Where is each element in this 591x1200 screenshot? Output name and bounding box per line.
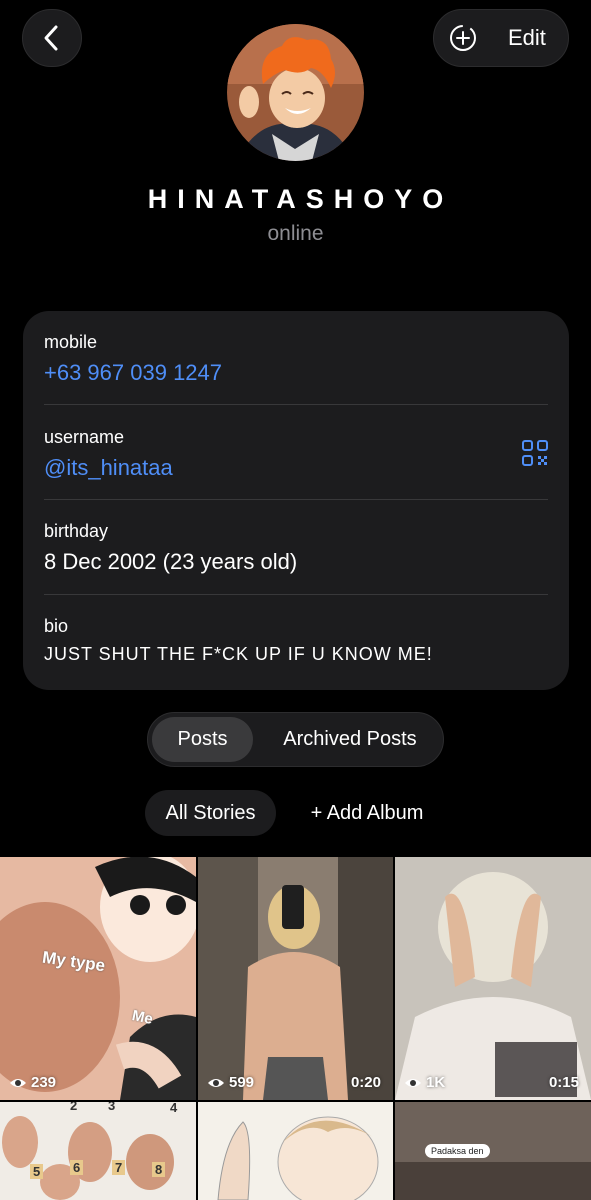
bio-row: bio JUST SHUT THE F*CK UP IF U KNOW ME! xyxy=(44,616,548,665)
add-story-icon[interactable] xyxy=(448,23,478,53)
panel-number: 6 xyxy=(70,1160,84,1175)
thumbnail-image xyxy=(395,857,591,1100)
username-row[interactable]: username @its_hinataa xyxy=(44,427,548,481)
birthday-label: birthday xyxy=(44,521,109,541)
view-count: 599 xyxy=(207,1074,254,1091)
avatar[interactable] xyxy=(227,24,364,161)
profile-name: HINATASHOYO xyxy=(147,184,454,214)
eye-icon xyxy=(208,1078,224,1087)
story-caption: Padaksa den xyxy=(425,1144,490,1158)
edit-button[interactable]: Edit xyxy=(508,25,546,51)
info-card: mobile +63 967 039 1247 username @its_hi… xyxy=(23,311,569,690)
panel-number: 8 xyxy=(152,1162,166,1177)
add-album-button[interactable]: + Add Album xyxy=(294,790,440,836)
avatar-image xyxy=(227,24,364,161)
bio-label: bio xyxy=(44,616,69,636)
eye-icon xyxy=(405,1078,421,1087)
video-duration: 0:20 xyxy=(350,1074,381,1091)
eye-icon xyxy=(10,1078,26,1087)
view-count: 239 xyxy=(9,1074,56,1091)
panel-number: 2 xyxy=(70,1102,78,1113)
tab-posts[interactable]: Posts xyxy=(152,717,253,762)
view-count-text: 599 xyxy=(229,1074,255,1091)
divider xyxy=(44,404,548,405)
thumbnail-image xyxy=(0,1102,196,1200)
thumbnail-image xyxy=(0,857,196,1100)
username-value[interactable]: @its_hinataa xyxy=(44,455,548,481)
story-thumbnail[interactable]: Padaksa den xyxy=(395,1102,591,1200)
story-thumbnail[interactable]: 599 0:20 xyxy=(198,857,393,1100)
tab-archived-posts[interactable]: Archived Posts xyxy=(260,717,440,762)
mobile-label: mobile xyxy=(44,332,98,352)
panel-number: 5 xyxy=(30,1164,44,1179)
panel-number: 7 xyxy=(112,1160,126,1175)
chevron-left-icon xyxy=(44,25,58,51)
thumbnail-image xyxy=(198,1102,393,1200)
view-count-text: 239 xyxy=(31,1074,57,1091)
panel-number: 3 xyxy=(108,1102,116,1113)
birthday-row: birthday 8 Dec 2002 (23 years old) xyxy=(44,521,548,575)
view-count-text: 1K xyxy=(426,1074,446,1091)
divider xyxy=(44,499,548,500)
mobile-row[interactable]: mobile +63 967 039 1247 xyxy=(44,332,548,386)
story-thumbnail[interactable] xyxy=(198,1102,393,1200)
panel-number: 4 xyxy=(170,1102,178,1115)
bio-value: JUST SHUT THE F*CK UP IF U KNOW ME! xyxy=(44,644,433,664)
view-count: 1K xyxy=(404,1074,445,1091)
online-status: online xyxy=(267,222,324,245)
posts-tab-switcher: Posts Archived Posts xyxy=(147,712,444,767)
username-label: username xyxy=(44,427,125,447)
thumbnail-image xyxy=(198,857,393,1100)
mobile-value[interactable]: +63 967 039 1247 xyxy=(44,360,548,386)
qr-code-icon[interactable] xyxy=(521,439,549,467)
back-button[interactable] xyxy=(22,9,82,67)
all-stories-chip[interactable]: All Stories xyxy=(145,790,276,836)
story-thumbnail[interactable]: 2 3 4 5 6 7 8 xyxy=(0,1102,196,1200)
story-thumbnail[interactable]: My type Me 239 xyxy=(0,857,196,1100)
divider xyxy=(44,594,548,595)
video-duration: 0:15 xyxy=(548,1074,579,1091)
header-actions: Edit xyxy=(433,9,569,67)
birthday-value: 8 Dec 2002 (23 years old) xyxy=(44,549,298,574)
story-thumbnail[interactable]: 1K 0:15 xyxy=(395,857,591,1100)
